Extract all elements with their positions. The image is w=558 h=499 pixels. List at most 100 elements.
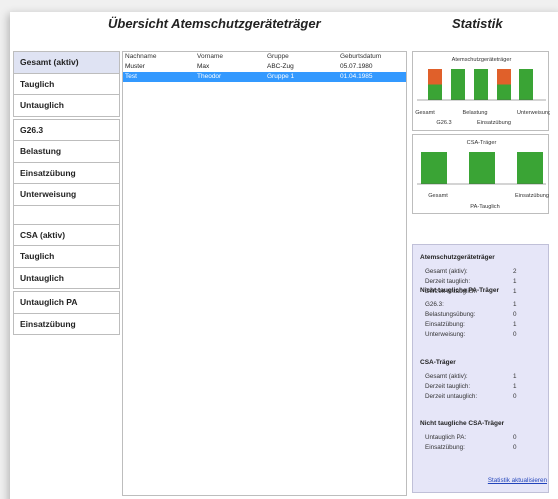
cell-gruppe: ABC-Zug [267,63,294,70]
nav-csa-einsatzuebung[interactable]: Einsatzübung [14,314,119,335]
bar-tauglich [474,69,488,100]
stats-value: 1 [513,301,517,308]
cell-gruppe: Gruppe 1 [267,73,295,80]
stats-label: Derzeit tauglich: [425,278,471,285]
table-row-selected[interactable]: Test Theodor Gruppe 1 01.04.1985 [123,72,406,82]
stats-row: G26.3: 1 [425,301,525,308]
stats-row: Einsatzübung: 0 [425,444,525,451]
page-title: Übersicht Atemschutzgeräteträger [108,16,321,31]
nav-g26-3[interactable]: G26.3 [14,120,119,141]
nav-group-csa: CSA (aktiv) Tauglich Untauglich [13,223,120,289]
bar-tauglich [428,84,442,100]
x-tick-label: Gesamt [415,110,435,116]
x-tick-label: G26.3 [436,120,451,126]
stats-value: 1 [513,288,517,295]
stats-value: 0 [513,444,517,451]
chart-title: Atemschutzgeräteträger [452,57,512,63]
stats-value: 1 [513,373,517,380]
statistics-panel: Statistik aktualisieren Atemschutzgeräte… [412,244,549,493]
bar-csa [421,152,447,184]
bar-csa [517,152,543,184]
cell-geburtsdatum: 01.04.1985 [340,73,373,80]
chart-atemschutz: Atemschutzgeräteträger Gesamt G26.3 Belastu… [412,51,550,131]
cell-vorname: Theodor [197,73,222,80]
stats-value: 1 [513,278,517,285]
chart-title: CSA-Träger [467,140,497,146]
stats-label: Belastungsübung: [425,311,476,318]
cell-vorname: Max [197,63,210,70]
stats-label: Unterweisung: [425,331,466,338]
nav-spacer [13,205,120,224]
nav-group-atemschutz: Gesamt (aktiv) Tauglich Untauglich [13,51,120,117]
cell-nachname: Muster [125,63,145,70]
cell-geburtsdatum: 05.07.1980 [340,63,373,70]
nav-group-csa-details: Untauglich PA Einsatzübung [13,291,120,335]
x-tick-label: Unterweisung [517,110,550,116]
bar-tauglich [519,69,533,100]
filter-sidebar: Gesamt (aktiv) Tauglich Untauglich G26.3… [13,51,120,496]
stats-label: Einsatzübung: [425,321,465,328]
bar-tauglich [497,84,511,100]
bar-csa [469,152,495,184]
x-tick-label: Einsatzübung [515,193,549,199]
person-table[interactable]: Nachname Vorname Gruppe Geburtsdatum Mus… [122,51,407,496]
nav-gesamt-aktiv[interactable]: Gesamt (aktiv) [14,52,119,74]
x-tick-label: PA-Tauglich [470,204,499,210]
nav-csa-tauglich[interactable]: Tauglich [14,246,119,268]
stats-value: 0 [513,311,517,318]
nav-belastung[interactable]: Belastung [14,141,119,163]
stats-row: Derzeit tauglich: 1 [425,383,525,390]
bar-untauglich [497,69,511,85]
chart-atemschutz-svg: Atemschutzgeräteträger GesamtG26.3 Belastu… [415,57,550,126]
bar-tauglich [451,69,465,100]
stats-row: Unterweisung: 0 [425,331,525,338]
nav-untauglich-pa[interactable]: Untauglich PA [14,292,119,314]
nav-untauglich[interactable]: Untauglich [14,95,119,117]
bar-untauglich [428,69,442,85]
x-tick-label: Einsatzübung [477,120,511,126]
stats-section-title: Atemschutzgeräteträger [420,254,495,261]
chart-csa: CSA-Träger Gesamt PA-Tauglich Einsatzübung [412,134,549,214]
nav-group-untauglich-details: G26.3 Belastung Einsatzübung Unterweisun… [13,118,120,206]
stats-row: Untauglich PA: 0 [425,434,525,441]
stats-value: 0 [513,331,517,338]
stats-value: 0 [513,393,517,400]
stats-row: Einsatzübung: 1 [425,321,525,328]
stats-label: G26.3: [425,301,444,308]
stats-label: Gesamt (aktiv): [425,373,468,380]
column-header-vorname[interactable]: Vorname [197,52,267,62]
stats-section-title: Nicht taugliche PA-Träger [420,287,499,294]
stats-value: 2 [513,268,517,275]
stats-value: 1 [513,321,517,328]
stats-row: Belastungsübung: 0 [425,311,525,318]
chart-csa-svg: CSA-Träger Gesamt PA-Tauglich Einsatzübung [417,140,549,210]
stats-label: Untauglich PA: [425,434,467,441]
nav-csa-aktiv[interactable]: CSA (aktiv) [14,225,119,246]
column-header-nachname[interactable]: Nachname [123,52,197,62]
stats-label: Einsatzübung: [425,444,465,451]
x-tick-label: Belastung [463,110,488,116]
statistics-title: Statistik [452,16,503,31]
nav-tauglich[interactable]: Tauglich [14,74,119,95]
stats-label: Derzeit untauglich: [425,393,478,400]
nav-unterweisung[interactable]: Unterweisung [14,184,119,206]
nav-einsatzuebung[interactable]: Einsatzübung [14,163,119,184]
stats-section-title: Nicht taugliche CSA-Träger [420,420,505,427]
nav-csa-untauglich[interactable]: Untauglich [14,268,119,289]
stats-row: Derzeit tauglich: 1 [425,278,525,285]
x-tick-label: Gesamt [428,193,448,199]
stats-section-title: CSA-Träger [420,359,456,366]
stats-value: 0 [513,434,517,441]
refresh-statistics-link[interactable]: Statistik aktualisieren [488,477,547,484]
table-header-row: Nachname Vorname Gruppe Geburtsdatum [123,52,406,62]
stats-row: Derzeit untauglich: 0 [425,393,525,400]
column-header-gruppe[interactable]: Gruppe [267,52,340,62]
column-header-geburtsdatum[interactable]: Geburtsdatum [340,52,406,62]
stats-value: 1 [513,383,517,390]
stats-row: Gesamt (aktiv): 1 [425,373,525,380]
stats-label: Gesamt (aktiv): [425,268,468,275]
cell-nachname: Test [125,73,137,80]
stats-label: Derzeit tauglich: [425,383,471,390]
table-row[interactable]: Muster Max ABC-Zug 05.07.1980 [123,62,406,72]
stats-row: Gesamt (aktiv): 2 [425,268,525,275]
